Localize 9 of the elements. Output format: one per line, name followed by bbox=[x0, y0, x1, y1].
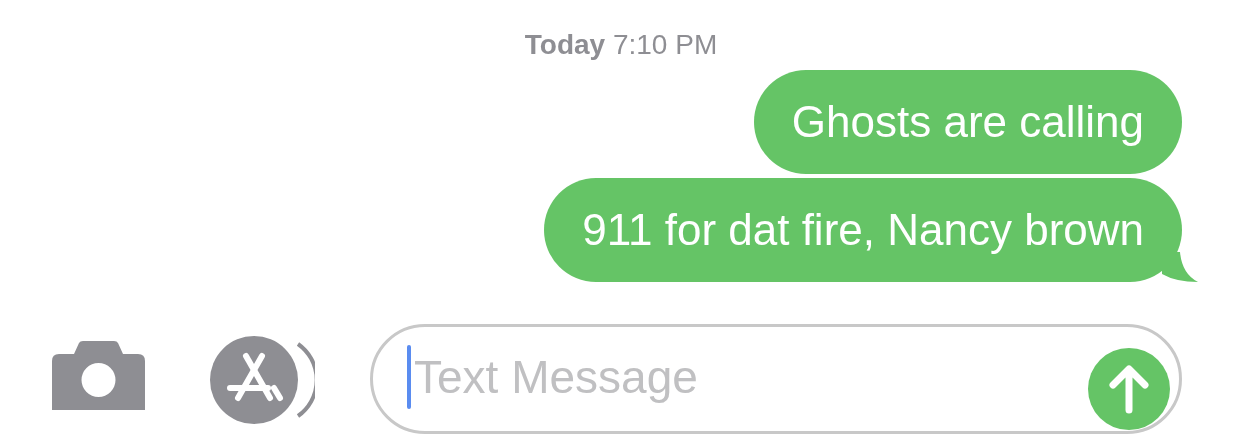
placeholder-text: Text Message bbox=[414, 350, 698, 405]
timestamp: Today 7:10 PM bbox=[524, 28, 718, 62]
app-store-icon[interactable] bbox=[210, 336, 315, 424]
message-bubble: Ghosts are calling bbox=[753, 70, 1182, 174]
send-button[interactable] bbox=[1088, 348, 1170, 430]
message-input-field[interactable]: Text Message bbox=[370, 324, 1182, 434]
message-bubble: 911 for dat fire, Nancy brown bbox=[544, 178, 1182, 282]
text-cursor bbox=[407, 345, 411, 409]
camera-icon[interactable] bbox=[52, 341, 145, 410]
